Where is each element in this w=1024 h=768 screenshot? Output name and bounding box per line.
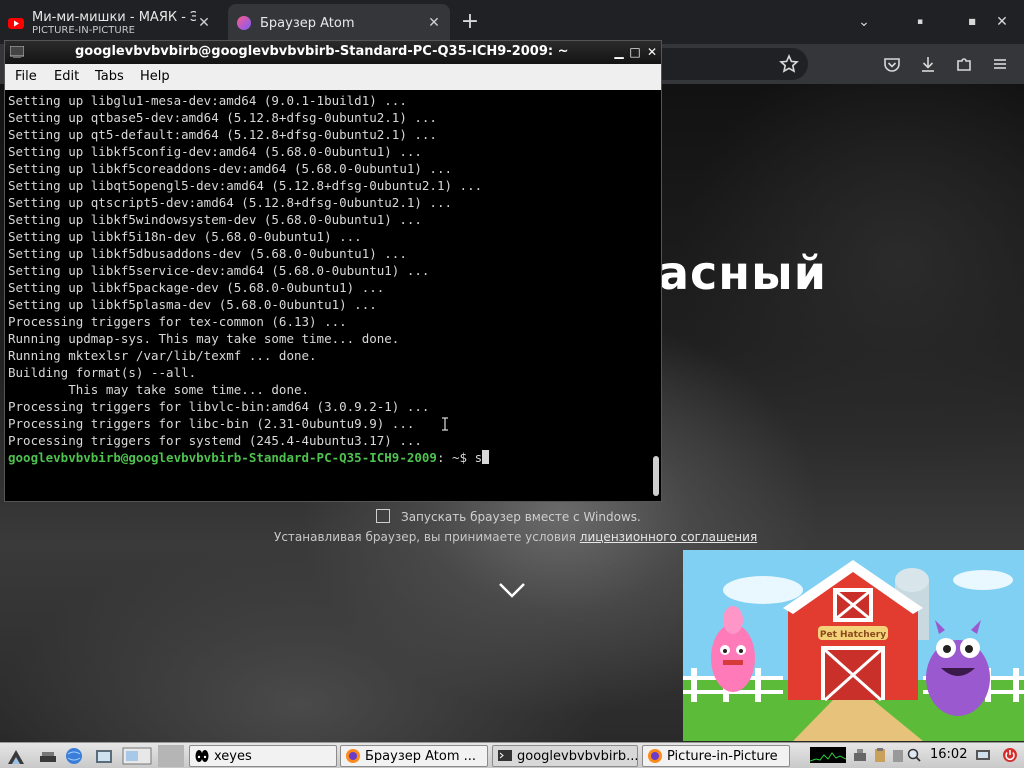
page-headline: асный (658, 246, 827, 300)
battery-icon (893, 750, 903, 762)
terminal-scrollbar[interactable] (651, 90, 661, 501)
prompt-path: : ~ (436, 450, 460, 465)
terminal-title: googlevbvbvbirb@googlevbvbvbirb-Standard… (75, 44, 569, 59)
clock[interactable]: 16:02 (930, 747, 967, 762)
tab-list-chevron-icon[interactable]: ⌄ (852, 10, 876, 34)
bookmark-star-icon[interactable] (779, 54, 799, 74)
tab-mimimishki[interactable]: Ми-ми-мишки - МАЯК - Э PICTURE-IN-PICTUR… (0, 4, 220, 42)
power-icon[interactable] (1002, 747, 1018, 763)
terminal-close-button[interactable]: ✕ (644, 44, 660, 60)
task-label: Браузер Atom ... (365, 748, 477, 764)
task-label: googlevbvbvbirb... (517, 748, 638, 764)
task-picture-in-picture[interactable]: Picture-in-Picture (642, 745, 790, 767)
terminal-scrollbar-thumb[interactable] (653, 456, 659, 496)
barn-sign-text: Pet Hatchery (820, 630, 886, 640)
terminal-titlebar[interactable]: googlevbvbvbirb@googlevbvbvbirb-Standard… (5, 41, 661, 64)
tab-subtitle: PICTURE-IN-PICTURE (32, 24, 135, 36)
network-icon (854, 749, 866, 761)
task-xeyes[interactable]: xeyes (189, 745, 337, 767)
menu-edit[interactable]: Edit (54, 69, 79, 84)
screen-icon[interactable] (122, 746, 152, 766)
task-label: xeyes (214, 748, 252, 764)
close-button[interactable]: ✕ (990, 10, 1014, 34)
search-icon[interactable] (906, 747, 922, 763)
license-notice: Устанавливая браузер, вы принимаете усло… (274, 530, 757, 544)
tab-title: Браузер Atom (260, 15, 355, 31)
taskbar: xeyes Браузер Atom ... googlevbvbvbirb..… (0, 742, 1024, 768)
firefox-icon (346, 749, 360, 763)
picture-in-picture-video[interactable]: Pet Hatchery (683, 550, 1024, 741)
task-terminal[interactable]: googlevbvbvbirb... (492, 745, 638, 767)
menu-help[interactable]: Help (140, 69, 170, 84)
atom-icon (237, 16, 251, 30)
file-manager-icon[interactable] (94, 746, 114, 766)
tab-title: Ми-ми-мишки - МАЯК - Э (32, 9, 196, 25)
prompt-symbol: $ (459, 450, 475, 465)
desktop-icon[interactable] (38, 746, 58, 766)
license-text: Устанавливая браузер, вы принимаете усло… (274, 530, 580, 544)
tab-close-icon[interactable]: ✕ (426, 15, 442, 31)
terminal-window[interactable]: googlevbvbvbirb@googlevbvbvbirb-Standard… (4, 40, 662, 502)
terminal-icon (498, 750, 512, 761)
youtube-icon (8, 18, 24, 29)
terminal-minimize-button[interactable]: ▁ (611, 44, 627, 60)
pocket-icon[interactable] (882, 54, 902, 74)
scroll-down-chevron-icon[interactable] (496, 578, 528, 602)
terminal-maximize-button[interactable]: □ (627, 44, 643, 60)
start-icon[interactable] (6, 746, 26, 766)
terminal-menubar: File Edit Tabs Help (5, 64, 661, 90)
menu-file[interactable]: File (15, 69, 37, 84)
mouse-ibeam-cursor-icon (442, 417, 448, 431)
task-atom-browser[interactable]: Браузер Atom ... (340, 745, 488, 767)
firefox-icon (648, 749, 662, 763)
startup-checkbox-label[interactable]: Запускать браузер вместе с Windows. (401, 510, 641, 524)
cpu-monitor-icon (810, 747, 846, 763)
browser-tab-bar: Ми-ми-мишки - МАЯК - Э PICTURE-IN-PICTUR… (0, 0, 1024, 44)
startup-checkbox[interactable] (376, 509, 390, 523)
download-icon[interactable] (918, 54, 938, 74)
menu-tabs[interactable]: Tabs (95, 69, 124, 84)
tab-atom-browser[interactable]: Браузер Atom ✕ (228, 4, 450, 42)
task-label: Picture-in-Picture (667, 748, 778, 764)
maximize-button[interactable]: ■ (960, 10, 984, 34)
terminal-prompt-line[interactable]: googlevbvbvbirb@googlevbvbvbirb-Standard… (8, 449, 490, 466)
terminal-app-icon (10, 46, 24, 58)
typed-command: s (474, 450, 483, 465)
menu-icon[interactable] (990, 54, 1010, 74)
terminal-output: Setting up libglu1-mesa-dev:amd64 (9.0.1… (8, 93, 483, 448)
cartoon-barn-scene: Pet Hatchery (683, 550, 1024, 741)
terminal-output-area[interactable]: Setting up libglu1-mesa-dev:amd64 (9.0.1… (5, 90, 651, 501)
tab-close-icon[interactable]: ✕ (196, 15, 212, 31)
license-link[interactable]: лицензионного соглашения (580, 530, 757, 544)
xeyes-icon (195, 750, 209, 762)
extensions-icon[interactable] (954, 54, 974, 74)
new-tab-button[interactable]: + (458, 8, 482, 36)
minimize-button[interactable]: ▪ (908, 10, 932, 34)
lock-screen-icon[interactable] (975, 747, 991, 763)
prompt-user-host: googlevbvbvbirb@googlevbvbvbirb-Standard… (8, 450, 437, 465)
clipboard-icon (875, 748, 885, 762)
workspace-switcher[interactable] (158, 745, 184, 767)
browser-globe-icon[interactable] (64, 746, 84, 766)
terminal-cursor (482, 450, 490, 464)
